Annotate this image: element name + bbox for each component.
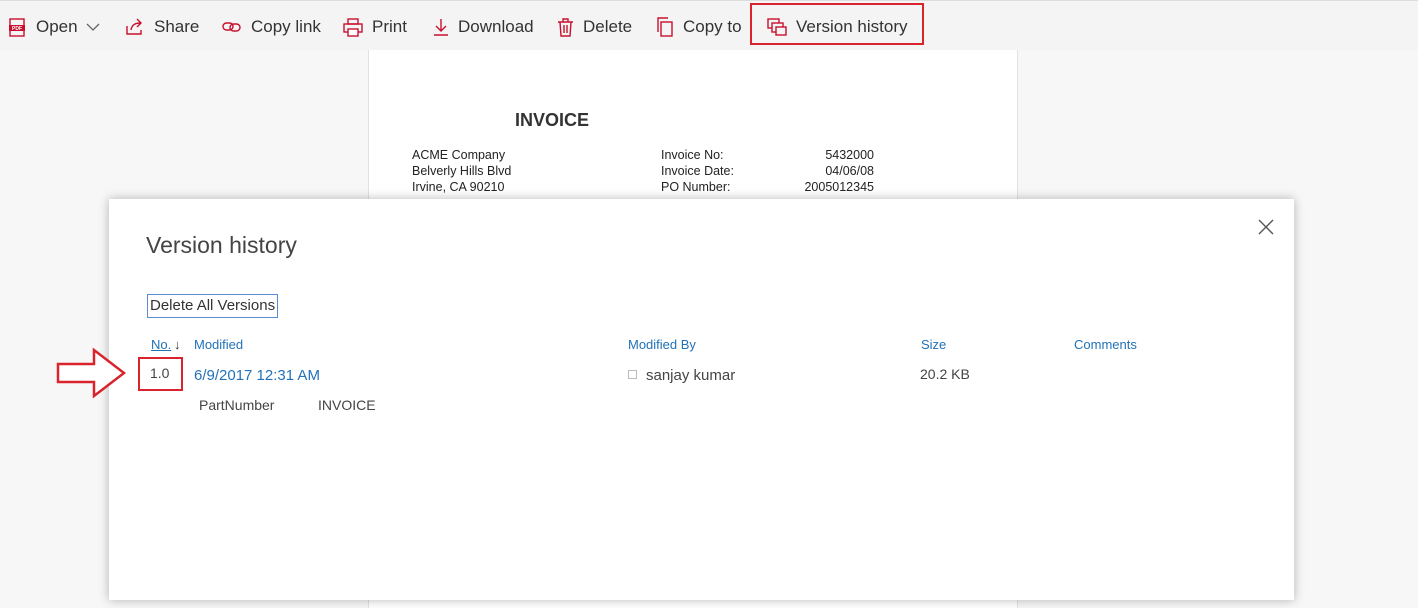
company-street: Belverly Hills Blvd [412,164,512,178]
column-header-comments[interactable]: Comments [1074,337,1137,352]
dialog-title: Version history [146,232,297,258]
column-header-modified[interactable]: Modified [194,337,243,352]
po-number-label: PO Number: [661,180,731,194]
user-presence-checkbox [628,370,637,379]
version-number-highlight [138,357,183,391]
version-history-highlight [750,3,924,45]
sort-down-icon: ↓ [174,337,181,352]
invoice-values: 5432000 04/06/08 2005012345 [789,147,874,195]
close-icon[interactable] [1257,218,1275,236]
copy-icon [657,17,673,37]
delete-all-versions-button[interactable]: Delete All Versions [147,294,279,318]
right-arrow-annotation-icon [56,347,127,399]
command-bar: PDF Open Share Copy link Print Download … [0,0,1418,50]
share-button[interactable]: Share [125,14,199,40]
download-button[interactable]: Download [433,14,534,40]
link-icon [222,22,241,32]
copy-to-button[interactable]: Copy to [656,14,742,40]
version-size: 20.2 KB [920,366,970,382]
invoice-title: INVOICE [515,110,590,130]
svg-text:PDF: PDF [12,26,22,32]
invoice-date-label: Invoice Date: [661,164,734,178]
open-button[interactable]: PDF Open [8,14,100,40]
metadata-key: PartNumber [199,397,275,413]
invoice-labels: Invoice No: Invoice Date: PO Number: [661,147,734,195]
column-header-size[interactable]: Size [921,337,946,352]
version-history-dialog: Version history Delete All Versions No. … [109,199,1294,600]
pdf-icon: PDF [9,17,25,37]
company-address: ACME Company Belverly Hills Blvd Irvine,… [412,147,511,195]
print-button[interactable]: Print [343,14,407,40]
invoice-no-value: 5432000 [825,148,874,162]
copy-link-button[interactable]: Copy link [222,14,321,40]
column-header-no[interactable]: No. [151,337,171,352]
delete-button[interactable]: Delete [557,14,632,40]
printer-icon [343,17,363,37]
share-icon [126,18,142,35]
company-city: Irvine, CA 90210 [412,180,505,194]
column-header-modified-by[interactable]: Modified By [628,337,696,352]
share-label: Share [154,17,200,36]
copy-to-label: Copy to [683,17,742,36]
chevron-down-icon [86,23,100,31]
open-label: Open [36,17,78,36]
version-modified-by: sanjay kumar [646,367,736,384]
download-label: Download [458,17,534,36]
version-modified-link[interactable]: 6/9/2017 12:31 AM [194,367,320,384]
copy-link-label: Copy link [251,17,321,36]
trash-icon [558,17,573,37]
download-icon [434,18,448,36]
print-label: Print [372,17,407,36]
delete-label: Delete [583,17,633,36]
po-number-value: 2005012345 [804,180,874,194]
metadata-value: INVOICE [318,397,376,413]
company-name: ACME Company [412,148,506,162]
invoice-date-value: 04/06/08 [825,164,874,178]
invoice-no-label: Invoice No: [661,148,724,162]
